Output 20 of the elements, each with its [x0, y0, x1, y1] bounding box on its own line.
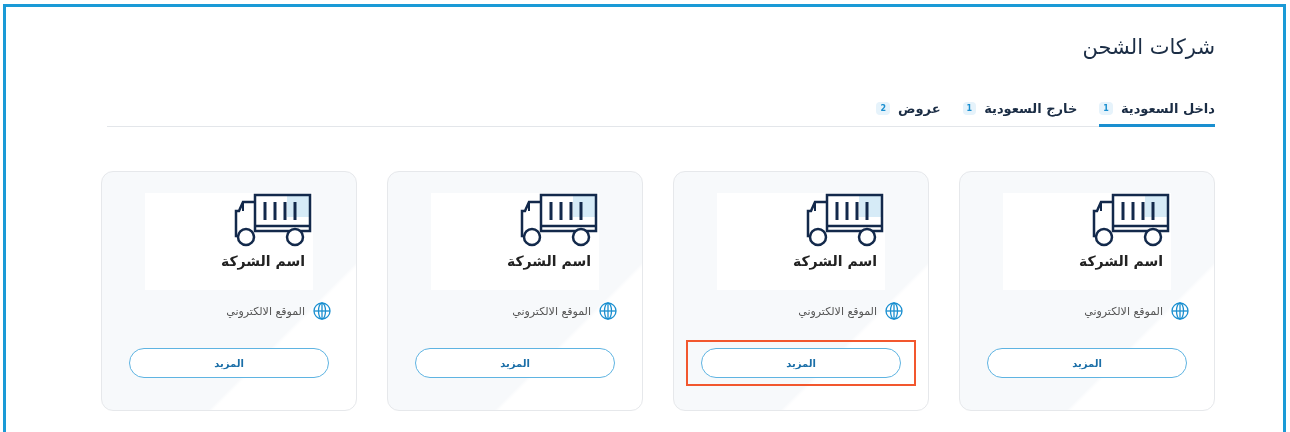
- website-link[interactable]: الموقع الالكتروني: [1084, 304, 1163, 318]
- globe-icon: [1171, 302, 1189, 320]
- website-link[interactable]: الموقع الالكتروني: [798, 304, 877, 318]
- company-name: اسم الشركة: [1078, 253, 1163, 269]
- company-name: اسم الشركة: [506, 253, 591, 269]
- website-link[interactable]: الموقع الالكتروني: [512, 304, 591, 318]
- globe-icon: [599, 302, 617, 320]
- globe-icon: [885, 302, 903, 320]
- company-name: اسم الشركة: [792, 253, 877, 269]
- more-button[interactable]: المزيد: [701, 348, 901, 378]
- tab-count: 1: [1099, 102, 1113, 115]
- more-button[interactable]: المزيد: [129, 348, 329, 378]
- tab-count: 2: [876, 102, 891, 115]
- page-title: شركات الشحن: [1082, 35, 1215, 59]
- tab-count: 1: [962, 102, 977, 115]
- company-name: اسم الشركة: [220, 253, 305, 269]
- more-button[interactable]: المزيد: [415, 348, 615, 378]
- more-button[interactable]: المزيد: [987, 348, 1187, 378]
- globe-icon: [313, 302, 331, 320]
- website-link[interactable]: الموقع الالكتروني: [226, 304, 305, 318]
